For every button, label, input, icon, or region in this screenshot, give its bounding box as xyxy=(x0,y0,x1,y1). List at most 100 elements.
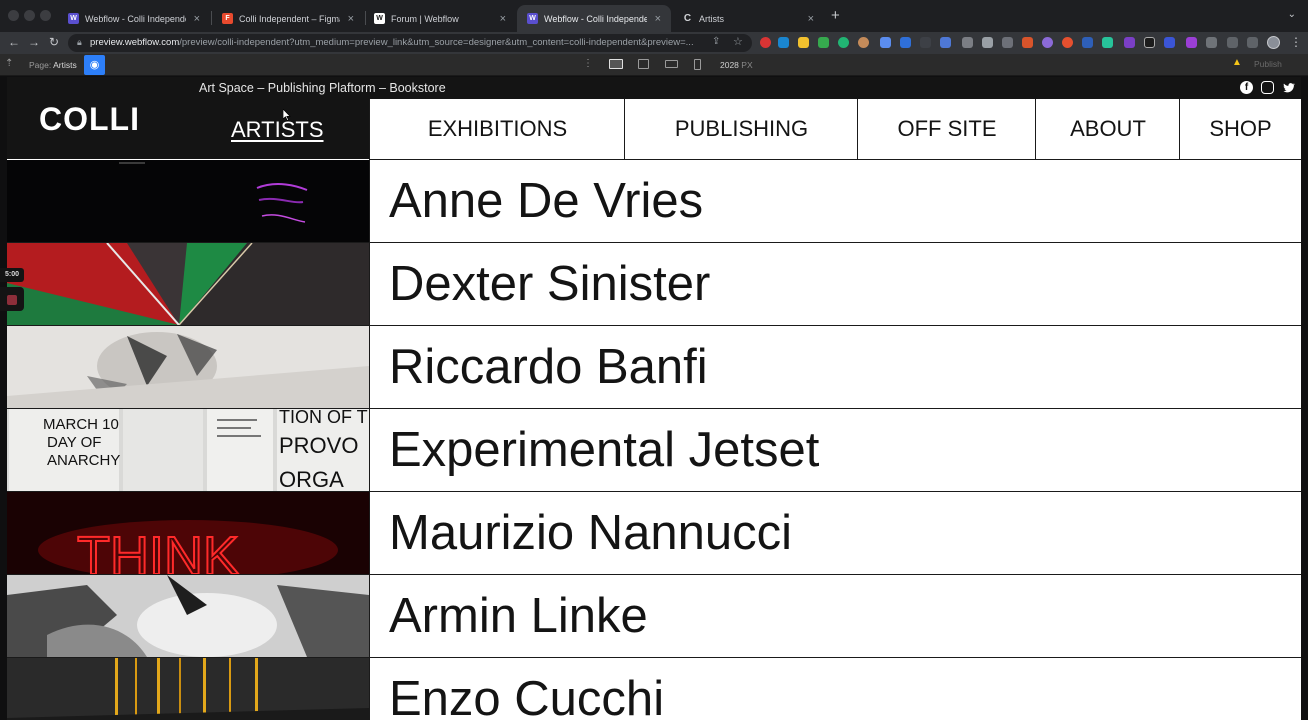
window-close-button[interactable] xyxy=(8,10,19,21)
browser-toolbar: ← → ↻ 🔒︎ preview.webflow.com/preview/col… xyxy=(0,32,1308,54)
avatar[interactable] xyxy=(1267,36,1280,49)
extension-icon[interactable] xyxy=(1164,37,1175,48)
nav-about[interactable]: ABOUT xyxy=(1035,99,1180,160)
artist-name[interactable]: Anne De Vries xyxy=(369,160,1301,243)
artist-name[interactable]: Enzo Cucchi xyxy=(369,658,1301,720)
forward-icon[interactable]: → xyxy=(28,35,40,49)
close-icon[interactable]: × xyxy=(348,13,354,25)
back-icon[interactable]: ← xyxy=(8,35,20,49)
artist-thumbnail: MARCH 10 DAY OF ANARCHY TION OF THE PROV… xyxy=(7,409,369,491)
artist-row[interactable]: Anne De Vries xyxy=(7,160,1301,243)
site-header: COLLI ARTISTS xyxy=(7,99,369,159)
extension-icon[interactable] xyxy=(1102,37,1113,48)
extension-icon[interactable] xyxy=(798,37,809,48)
artist-name[interactable]: Armin Linke xyxy=(369,575,1301,658)
url-text[interactable]: preview.webflow.com/preview/colli-indepe… xyxy=(90,37,702,48)
extension-icon[interactable] xyxy=(1022,37,1033,48)
desktop-base-breakpoint-icon[interactable] xyxy=(638,59,649,69)
artist-row[interactable]: Enzo Cucchi xyxy=(7,658,1301,720)
poster-text: MARCH 10 xyxy=(43,416,119,433)
close-icon[interactable]: × xyxy=(500,13,506,25)
close-icon[interactable]: × xyxy=(808,13,814,25)
window-zoom-button[interactable] xyxy=(40,10,51,21)
extension-icon[interactable] xyxy=(1186,37,1197,48)
tab-title: Artists xyxy=(699,13,725,24)
screen: W Webflow - Colli Independent × F Colli … xyxy=(0,0,1308,720)
window-minimize-button[interactable] xyxy=(24,10,35,21)
thumbnail-art xyxy=(7,243,369,325)
more-options-icon[interactable]: ⋮ xyxy=(583,58,593,69)
browser-tab[interactable]: F Colli Independent – Figma × xyxy=(212,5,364,32)
sidebar-icon[interactable] xyxy=(1247,37,1258,48)
download-icon[interactable] xyxy=(1227,37,1238,48)
twitter-icon[interactable] xyxy=(1282,81,1295,94)
artist-name[interactable]: Dexter Sinister xyxy=(369,243,1301,326)
publish-button[interactable]: Publish xyxy=(1254,59,1282,69)
browser-tab[interactable]: W Forum | Webflow × xyxy=(364,5,516,32)
artist-row[interactable]: Armin Linke xyxy=(7,575,1301,658)
extension-icon[interactable] xyxy=(858,37,869,48)
artist-thumbnail xyxy=(7,575,369,657)
browser-menu-icon[interactable]: ⋮ xyxy=(1290,35,1302,49)
tab-title: Colli Independent – Figma xyxy=(239,13,340,24)
close-icon[interactable]: × xyxy=(655,13,661,25)
warning-icon[interactable]: ▲ xyxy=(1232,57,1242,68)
extension-icon[interactable] xyxy=(1144,37,1155,48)
nav-artists[interactable]: ARTISTS xyxy=(231,117,324,143)
share-icon[interactable]: ⇪ xyxy=(712,36,720,47)
webflow-icon: W xyxy=(68,13,79,24)
tab-search-icon[interactable]: ⌄ xyxy=(1288,9,1296,20)
extension-icon[interactable] xyxy=(880,37,891,48)
browser-tab[interactable]: C Artists × xyxy=(672,5,824,32)
puzzle-icon[interactable] xyxy=(1206,37,1217,48)
extension-icon[interactable] xyxy=(1002,37,1013,48)
mobile-breakpoint-icon[interactable] xyxy=(694,59,701,70)
nav-publishing[interactable]: PUBLISHING xyxy=(624,99,858,160)
artist-name[interactable]: Maurizio Nannucci xyxy=(369,492,1301,575)
facebook-icon[interactable]: f xyxy=(1240,81,1253,94)
export-icon[interactable]: ⇡ xyxy=(5,58,13,69)
extension-icon[interactable] xyxy=(900,37,911,48)
artist-name[interactable]: Riccardo Banfi xyxy=(369,326,1301,409)
extension-icon[interactable] xyxy=(982,37,993,48)
tablet-breakpoint-icon[interactable] xyxy=(665,60,678,68)
extension-icon[interactable] xyxy=(760,37,771,48)
page-selector[interactable]: Page: Artists xyxy=(29,60,77,70)
address-bar[interactable]: 🔒︎ preview.webflow.com/preview/colli-ind… xyxy=(68,34,752,52)
artist-row[interactable]: Riccardo Banfi xyxy=(7,326,1301,409)
bookmark-star-icon[interactable]: ☆ xyxy=(733,35,743,48)
artist-row[interactable]: Dexter Sinister xyxy=(7,243,1301,326)
thumbnail-art: THINK xyxy=(7,492,369,574)
logo[interactable]: COLLI xyxy=(39,101,140,138)
browser-tab-active[interactable]: W Webflow - Colli Independent × xyxy=(517,5,671,32)
extension-icon[interactable] xyxy=(778,37,789,48)
artist-row[interactable]: MARCH 10 DAY OF ANARCHY TION OF THE PROV… xyxy=(7,409,1301,492)
extension-icon[interactable] xyxy=(1062,37,1073,48)
page-label: Page: xyxy=(29,60,52,70)
browser-tab[interactable]: W Webflow - Colli Independent × xyxy=(58,5,210,32)
close-icon[interactable]: × xyxy=(194,13,200,25)
poster-text: ANARCHY xyxy=(47,452,120,469)
thumbnail-art: MARCH 10 DAY OF ANARCHY TION OF THE PROV… xyxy=(7,409,369,491)
extension-icon[interactable] xyxy=(920,37,931,48)
extension-icon[interactable] xyxy=(1082,37,1093,48)
nav-shop[interactable]: SHOP xyxy=(1179,99,1301,160)
artist-row[interactable]: THINK Maurizio Nannucci xyxy=(7,492,1301,575)
extension-icon[interactable] xyxy=(838,37,849,48)
stop-recording-button[interactable] xyxy=(0,287,24,311)
artist-name[interactable]: Experimental Jetset xyxy=(369,409,1301,492)
extension-icon[interactable] xyxy=(1042,37,1053,48)
nav-off-site[interactable]: OFF SITE xyxy=(857,99,1036,160)
extension-icon[interactable] xyxy=(962,37,973,48)
new-tab-button[interactable]: + xyxy=(831,7,840,24)
extension-icon[interactable] xyxy=(940,37,951,48)
instagram-icon[interactable] xyxy=(1261,81,1274,94)
extension-icon[interactable] xyxy=(818,37,829,48)
desktop-breakpoint-icon[interactable] xyxy=(609,59,623,69)
extension-icon[interactable] xyxy=(1124,37,1135,48)
poster-text: DAY OF xyxy=(47,434,101,451)
nav-exhibitions[interactable]: EXHIBITIONS xyxy=(369,99,625,160)
stop-icon xyxy=(7,295,17,305)
reload-icon[interactable]: ↻ xyxy=(49,35,59,49)
preview-eye-icon[interactable]: ◉ xyxy=(84,55,105,75)
